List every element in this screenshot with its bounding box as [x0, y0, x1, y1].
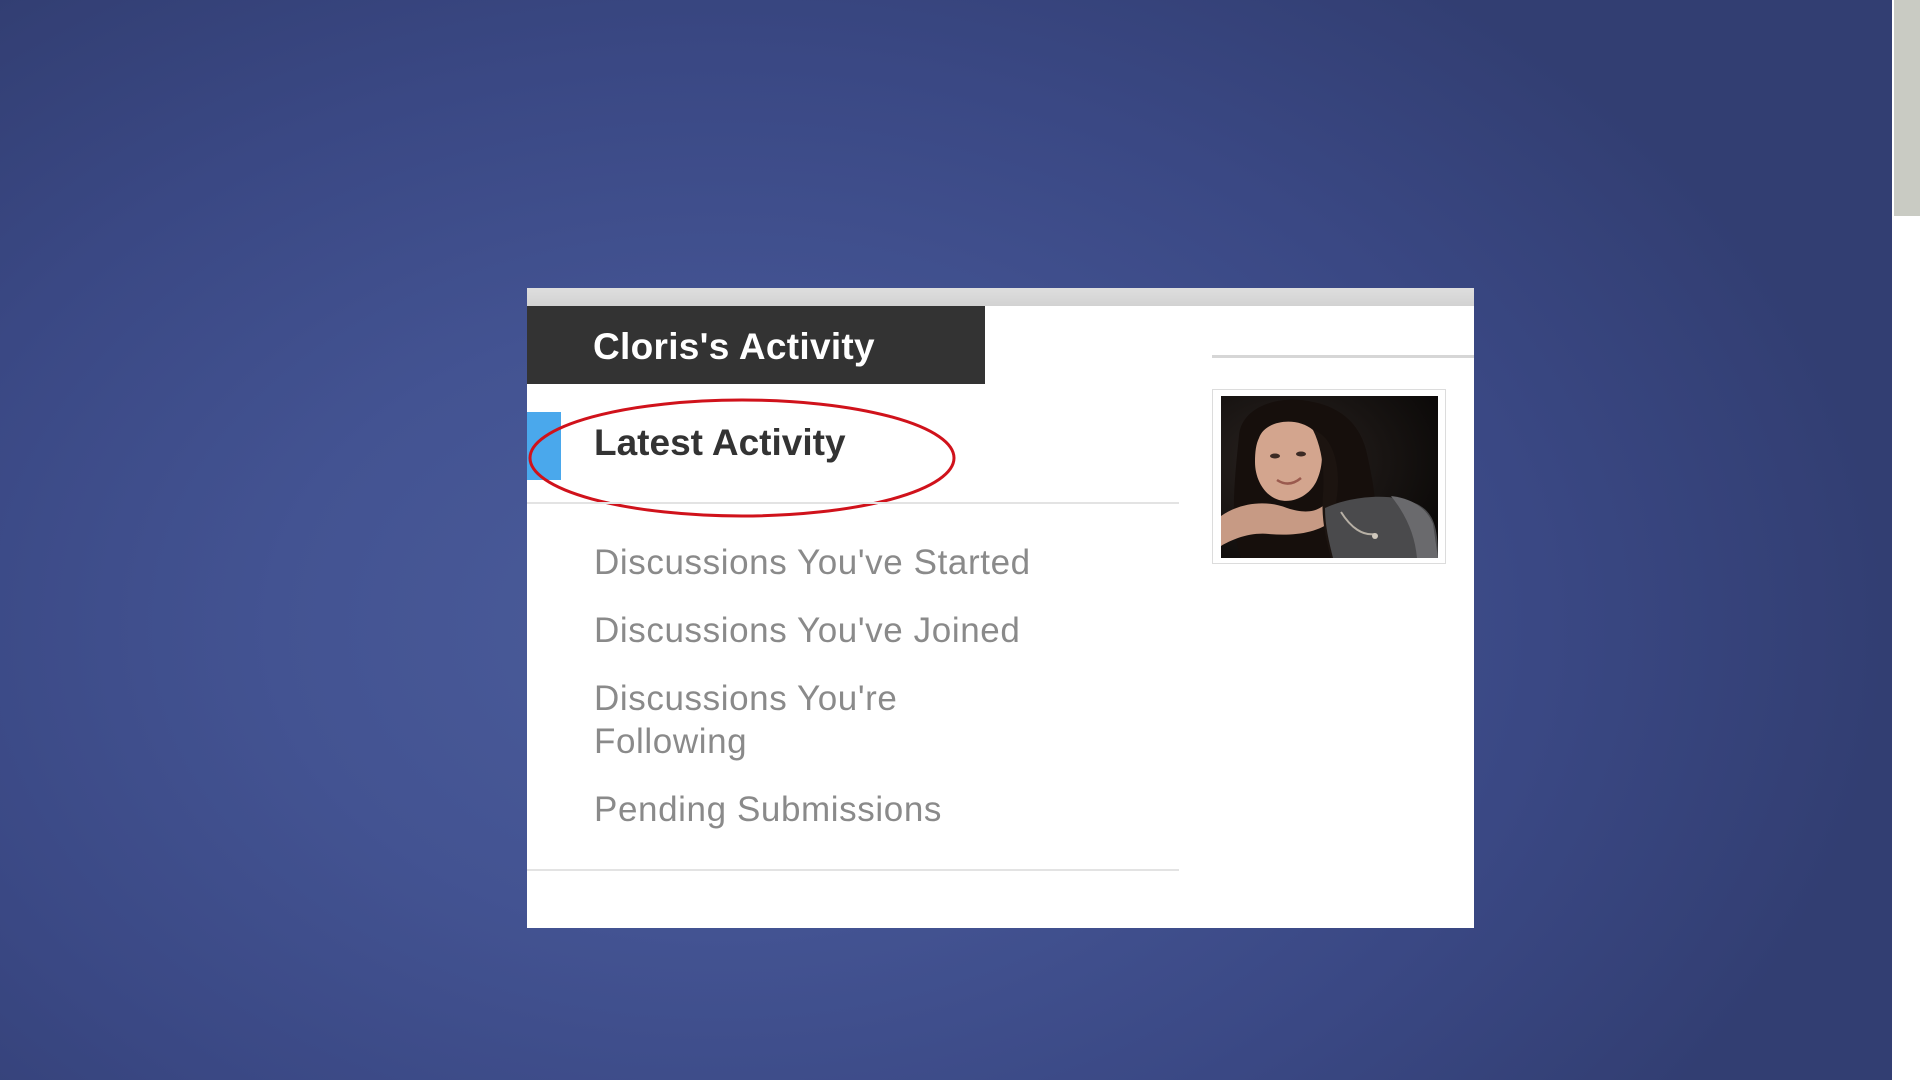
- nav-item-discussions-joined[interactable]: Discussions You've Joined: [594, 609, 1154, 652]
- activity-nav-list: Discussions You've Started Discussions Y…: [594, 541, 1154, 856]
- sidebar-divider: [1212, 355, 1474, 358]
- panel-top-border: [527, 288, 1474, 306]
- nav-divider-bottom: [527, 869, 1179, 871]
- avatar[interactable]: [1221, 396, 1438, 558]
- nav-item-discussions-following[interactable]: Discussions You're Following: [594, 677, 994, 763]
- profile-photo-icon: [1221, 396, 1438, 558]
- nav-item-discussions-started[interactable]: Discussions You've Started: [594, 541, 1154, 584]
- nav-divider-top: [527, 502, 1179, 504]
- page-title: Cloris's Activity: [593, 326, 875, 367]
- activity-panel: Cloris's Activity Latest Activity Discus…: [527, 288, 1474, 928]
- activity-title-tab: Cloris's Activity: [527, 306, 985, 384]
- avatar-frame: [1212, 389, 1446, 564]
- scrollbar-thumb[interactable]: [1894, 0, 1920, 216]
- nav-item-pending-submissions[interactable]: Pending Submissions: [594, 788, 1154, 831]
